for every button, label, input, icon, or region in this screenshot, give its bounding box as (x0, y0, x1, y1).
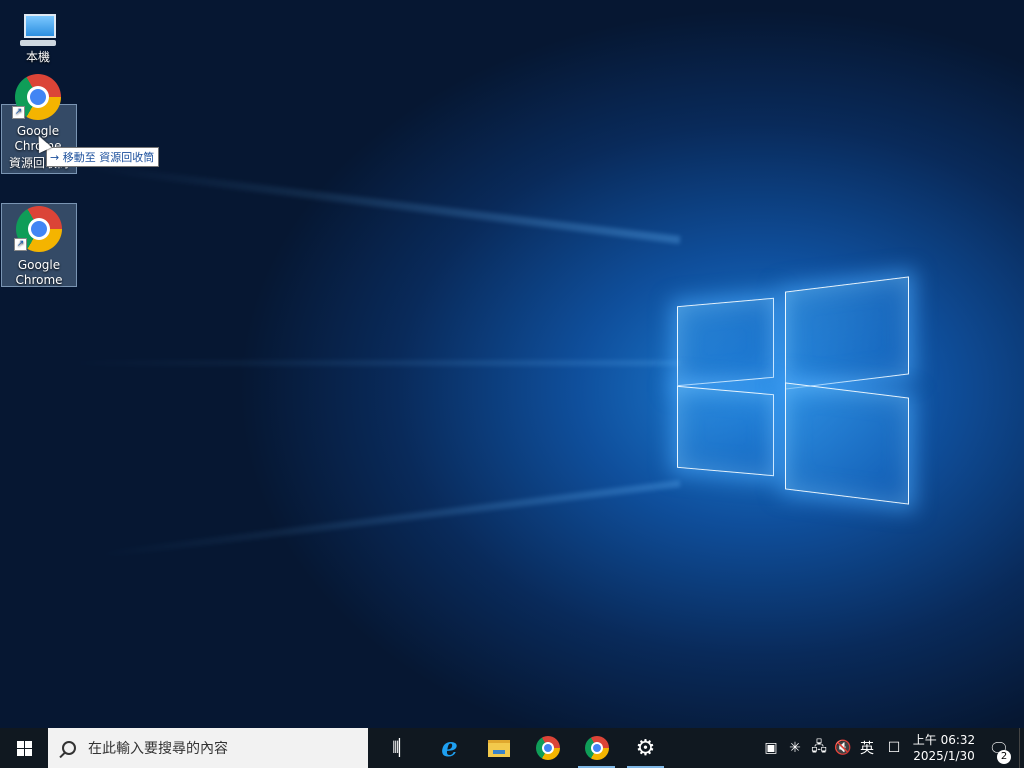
chrome-taskbar-button[interactable] (523, 728, 572, 768)
desktop-icon-label: 本機 (25, 50, 50, 64)
wallpaper-beam (60, 360, 680, 366)
search-box[interactable]: 在此輸入要搜尋的內容 (48, 728, 368, 768)
chrome-taskbar-button-active[interactable] (572, 728, 621, 768)
system-tray: ▣ ✳ 🖧 🔇 英 ☐ 上午 06:32 2025/1/30 🗨 2 (759, 728, 1024, 768)
internet-explorer-button[interactable]: e (425, 728, 474, 768)
computer-icon (18, 14, 58, 48)
drag-move-tooltip: → 移動至 資源回收筒 (46, 147, 160, 167)
start-button[interactable] (0, 728, 48, 768)
volume-muted-icon[interactable]: 🔇 (831, 740, 855, 756)
network-icon[interactable]: 🖧 (807, 736, 831, 760)
shortcut-arrow-icon: ↗ (14, 238, 27, 251)
gear-icon: ⚙ (635, 735, 656, 761)
clock-date: 2025/1/30 (913, 749, 975, 763)
file-explorer-button[interactable] (474, 728, 523, 768)
task-view-button[interactable]: ⫴▏ (376, 728, 425, 768)
chrome-icon (584, 736, 609, 760)
wallpaper-windows-logo (675, 270, 915, 505)
task-view-icon: ⫴▏ (392, 738, 409, 757)
wallpaper-beam (83, 162, 681, 244)
sparkle-icon[interactable]: ✳ (783, 740, 807, 756)
ime-mode-icon[interactable]: ☐ (879, 740, 909, 756)
search-placeholder: 在此輸入要搜尋的內容 (88, 741, 228, 757)
internet-explorer-icon: e (441, 733, 458, 763)
desktop-icon-this-pc[interactable]: 本機 (0, 8, 76, 65)
arrow-right-icon: → (50, 151, 60, 164)
clock[interactable]: 上午 06:32 2025/1/30 (909, 732, 979, 764)
security-alert-icon[interactable]: ▣ (759, 740, 783, 756)
notification-badge: 2 (997, 749, 1011, 764)
wallpaper-beam (93, 480, 681, 559)
settings-button[interactable]: ⚙ (621, 728, 670, 768)
chrome-icon (535, 736, 560, 760)
search-icon (62, 741, 76, 755)
windows-logo-icon (16, 740, 32, 756)
clock-time: 上午 06:32 (912, 733, 976, 747)
folder-icon (487, 739, 510, 757)
desktop-icon-google-chrome[interactable]: ↗ Google Chrome (1, 203, 77, 287)
input-method-indicator[interactable]: 英 (855, 738, 879, 758)
desktop-icon-label: Google Chrome (15, 258, 63, 287)
show-desktop-button[interactable] (1019, 728, 1024, 768)
taskbar: 在此輸入要搜尋的內容 ⫴▏ e ⚙ ▣ ✳ 🖧 🔇 英 ☐ 上午 06:32 2… (0, 728, 1024, 768)
shortcut-arrow-icon: ↗ (12, 106, 25, 119)
action-center-button[interactable]: 🗨 2 (979, 739, 1019, 764)
